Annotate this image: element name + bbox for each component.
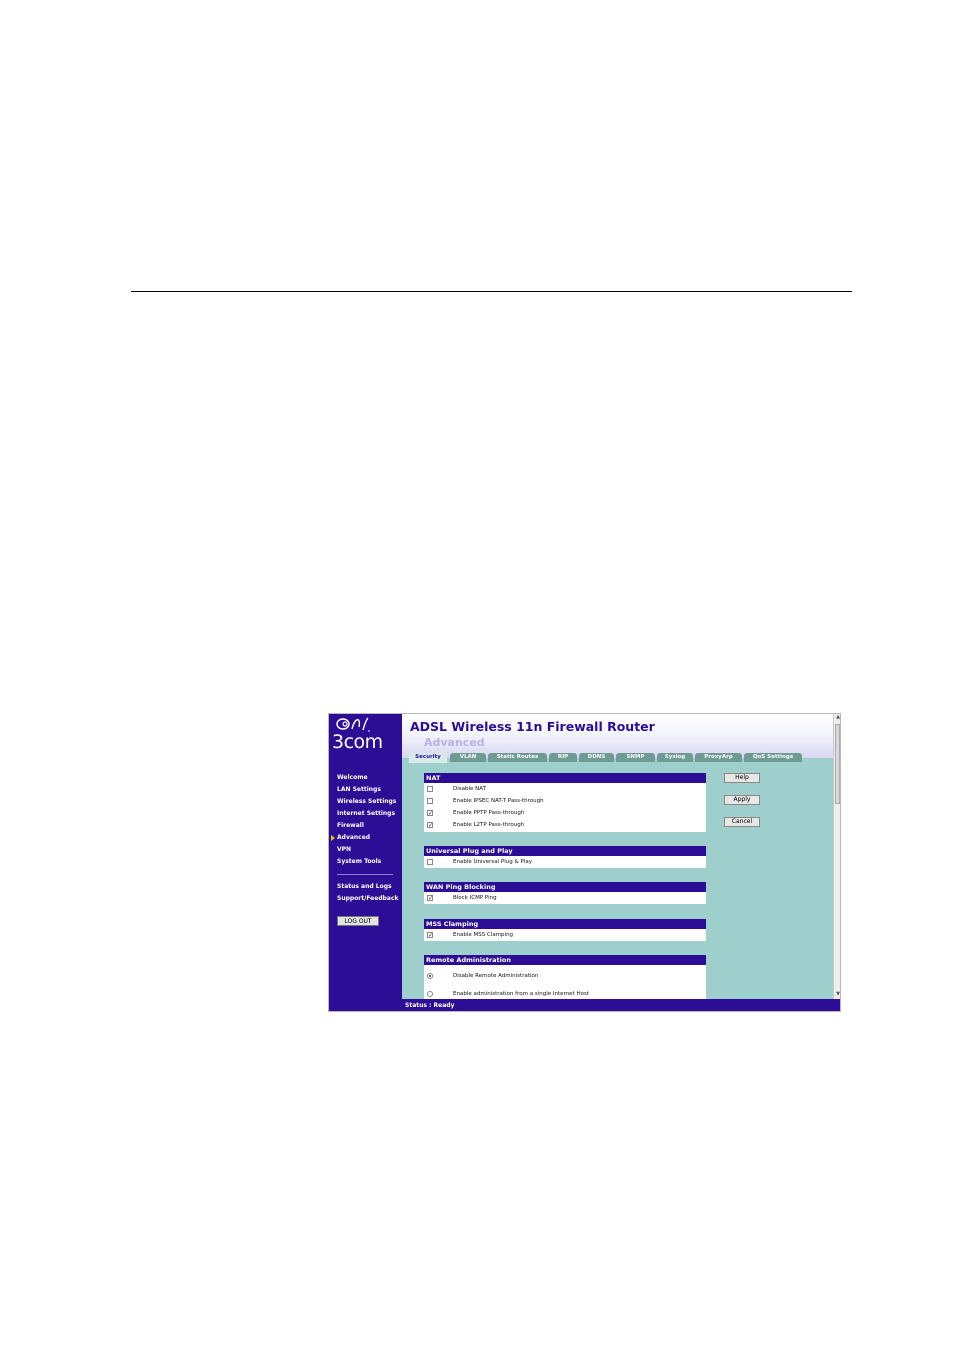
nat-option-row: Enable IPSEC NAT-T Pass-through (424, 796, 706, 806)
section-nat: Disable NAT Enable IPSEC NAT-T Pass-thro… (424, 783, 706, 832)
block-icmp-ping-label: Block ICMP Ping (453, 895, 497, 901)
tab-security[interactable]: Security (409, 753, 447, 763)
ipsec-passthrough-checkbox[interactable] (427, 798, 433, 804)
upnp-option-row: Enable Universal Plug & Play (424, 857, 706, 867)
nav-lan-settings[interactable]: LAN Settings (337, 786, 381, 794)
tab-vlan[interactable]: VLAN (450, 753, 486, 762)
tab-proxyarp[interactable]: ProxyArp (695, 753, 742, 762)
block-icmp-ping-checkbox[interactable]: ✓ (427, 895, 433, 902)
tab-static-routes[interactable]: Static Routes (488, 753, 547, 762)
nav-advanced[interactable]: Advanced (337, 834, 370, 842)
mss-option-row: ✓ Enable MSS Clamping (424, 930, 706, 940)
header: ADSL Wireless 11n Firewall Router Advanc… (402, 714, 833, 758)
pptp-passthrough-checkbox[interactable]: ✓ (427, 810, 433, 817)
section-remote-admin: Disable Remote Administration Enable adm… (424, 965, 706, 999)
pptp-passthrough-label: Enable PPTP Pass-through (453, 810, 525, 816)
scroll-down-icon[interactable]: ▼ (835, 991, 840, 998)
section-wan-ping-header: WAN Ping Blocking (424, 882, 706, 892)
page-divider (131, 291, 852, 292)
nav-support-feedback[interactable]: Support/Feedback (337, 895, 399, 903)
nav-separator (337, 874, 393, 875)
disable-nat-checkbox[interactable] (427, 786, 433, 792)
section-mss-header: MSS Clamping (424, 919, 706, 929)
section-wan-ping: ✓ Block ICMP Ping (424, 892, 706, 904)
section-remote-admin-header: Remote Administration (424, 955, 706, 965)
section-upnp-header: Universal Plug and Play (424, 846, 706, 856)
scroll-up-icon[interactable]: ▲ (835, 714, 840, 721)
page-subtitle: Advanced (424, 736, 485, 749)
scrollbar-thumb[interactable] (835, 724, 840, 804)
sidebar: R 3com Welcome LAN Settings Wireless Set… (329, 714, 402, 1011)
tab-qos-settings[interactable]: QoS Settings (744, 753, 802, 762)
nat-option-row: Disable NAT (424, 784, 706, 794)
page-title: ADSL Wireless 11n Firewall Router (410, 719, 655, 734)
disable-remote-admin-radio[interactable] (427, 973, 433, 979)
section-mss: ✓ Enable MSS Clamping (424, 929, 706, 941)
l2tp-passthrough-label: Enable L2TP Pass-through (453, 822, 525, 828)
remote-admin-option-row: Disable Remote Administration (424, 971, 706, 981)
l2tp-passthrough-checkbox[interactable]: ✓ (427, 822, 433, 829)
nav-welcome[interactable]: Welcome (337, 774, 368, 782)
tab-rip[interactable]: RIP (549, 753, 577, 762)
nat-option-row: ✓ Enable L2TP Pass-through (424, 820, 706, 830)
status-bar: Status : Ready (329, 999, 840, 1011)
nav-firewall[interactable]: Firewall (337, 822, 364, 830)
disable-nat-label: Disable NAT (453, 786, 486, 792)
tab-syslog[interactable]: Syslog (657, 753, 693, 762)
nav-internet-settings[interactable]: Internet Settings (337, 810, 395, 818)
cancel-button[interactable]: Cancel (724, 817, 760, 827)
wan-ping-option-row: ✓ Block ICMP Ping (424, 893, 706, 903)
mss-clamping-label: Enable MSS Clamping (453, 932, 514, 938)
nav-status-and-logs[interactable]: Status and Logs (337, 883, 392, 891)
nav-vpn[interactable]: VPN (337, 846, 351, 854)
nat-option-row: ✓ Enable PPTP Pass-through (424, 808, 706, 818)
disable-remote-admin-label: Disable Remote Administration (453, 973, 539, 979)
mss-clamping-checkbox[interactable]: ✓ (427, 932, 433, 939)
help-button[interactable]: Help (724, 773, 760, 783)
single-host-admin-label: Enable administration from a single Inte… (453, 991, 589, 997)
nav-system-tools[interactable]: System Tools (337, 858, 381, 866)
active-arrow-icon (331, 835, 335, 841)
3com-logo-text: 3com (332, 731, 383, 753)
remote-admin-option-row: Enable administration from a single Inte… (424, 989, 706, 999)
section-nat-header: NAT (424, 773, 706, 783)
upnp-label: Enable Universal Plug & Play (453, 859, 533, 865)
nav-wireless-settings[interactable]: Wireless Settings (337, 798, 396, 806)
tab-ddns[interactable]: DDNS (579, 753, 614, 762)
ipsec-passthrough-label: Enable IPSEC NAT-T Pass-through (453, 798, 544, 804)
logout-button[interactable]: LOG OUT (337, 916, 379, 926)
section-upnp: Enable Universal Plug & Play (424, 856, 706, 868)
apply-button[interactable]: Apply (724, 795, 760, 805)
tab-snmp[interactable]: SNMP (616, 753, 655, 762)
router-admin-screenshot: R 3com Welcome LAN Settings Wireless Set… (328, 713, 841, 1012)
single-host-admin-radio[interactable] (427, 991, 433, 997)
status-text: Status : Ready (405, 1002, 455, 1009)
vertical-scrollbar[interactable]: ▲ ▼ (833, 714, 840, 999)
upnp-checkbox[interactable] (427, 859, 433, 865)
